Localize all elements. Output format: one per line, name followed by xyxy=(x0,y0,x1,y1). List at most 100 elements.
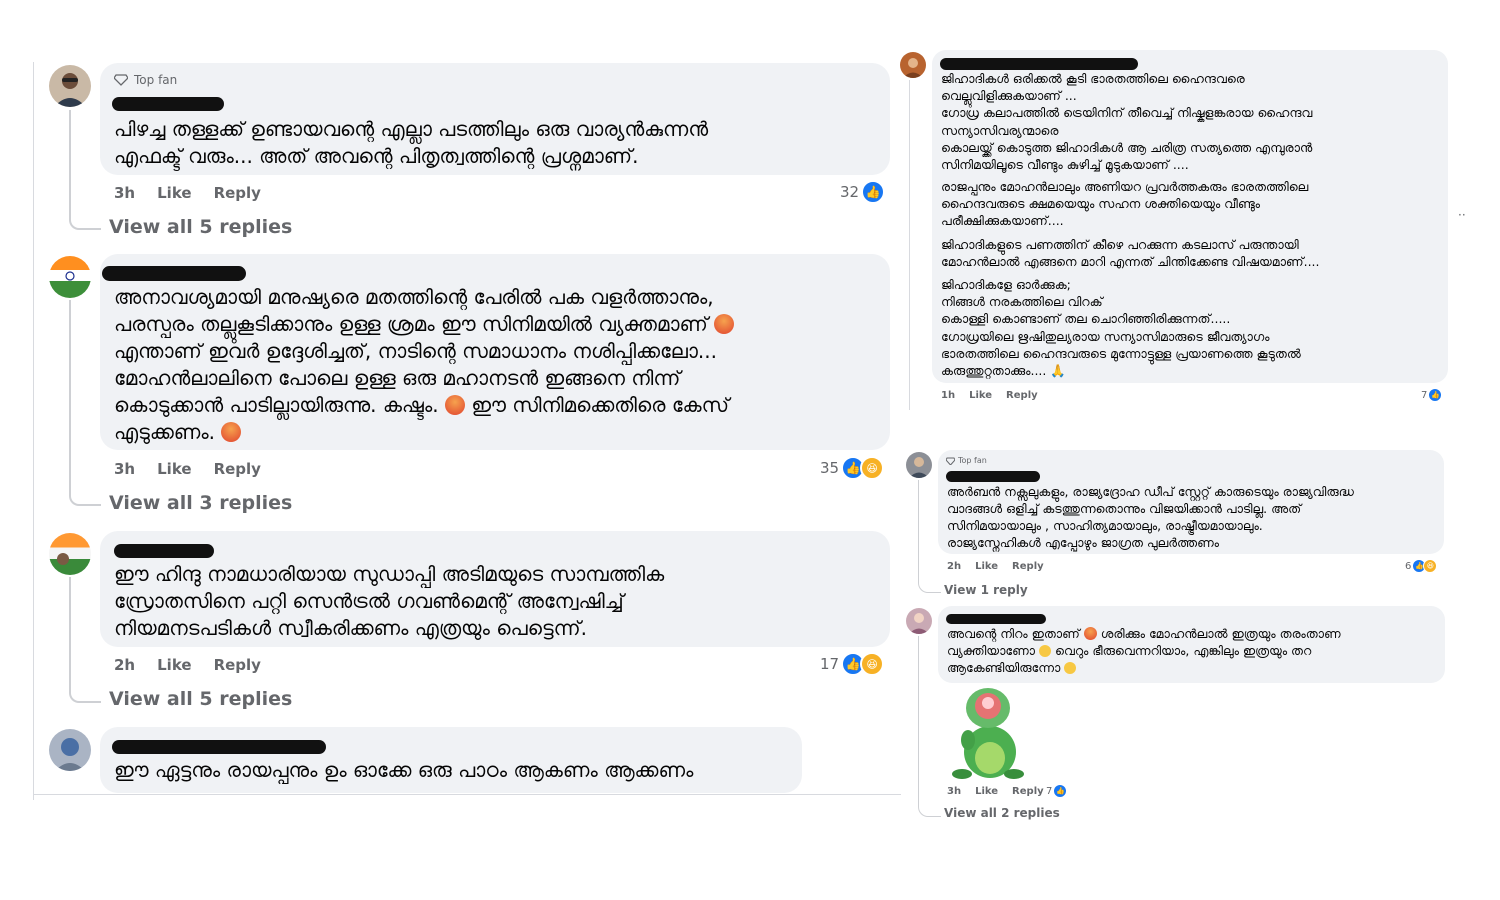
avatar-photo xyxy=(55,738,85,771)
diamond-badge-icon xyxy=(946,457,955,465)
like-button[interactable]: Like xyxy=(157,184,191,202)
comment-line: എന്താണ് ഇവർ ഉദ്ദേശിച്ചത്, നാടിന്റെ സമാധാ… xyxy=(114,339,717,363)
comment-line: മോഹൻലാലിനെ പോലെ ഉള്ള ഒരു മഹാനടൻ ഇങ്ങനെ ന… xyxy=(114,366,681,390)
thumbs-up-icon: 👍 xyxy=(861,180,886,204)
comment-actions: 1h Like Reply xyxy=(941,390,1060,401)
timestamp[interactable]: 3h xyxy=(114,184,135,202)
comment-text: അവന്റെ നിറം ഇതാണ് ശരിക്കും മോഹൻലാൽ ഇത്രയ… xyxy=(947,625,1341,676)
reply-button[interactable]: Reply xyxy=(214,184,261,202)
thread-elbow xyxy=(69,673,101,703)
avatar-photo xyxy=(54,73,86,107)
comment-text: അർബൻ നക്സലുകളും, രാജ്യദ്രോഹ ഡീപ് സ്റ്റേറ… xyxy=(947,484,1354,550)
comment-line-text: കൊടുക്കാൻ പാടില്ലായിരുന്നു. കഷ്ടം. xyxy=(114,393,439,417)
comment-line: അനാവശ്യമായി മനുഷ്യരെ മതത്തിന്റെ പേരിൽ പക… xyxy=(114,285,714,309)
comment-text: ഈ ഏട്ടനും രായപ്പനും ഉം ഓക്കേ ഒരു പാഠം ആക… xyxy=(114,758,694,782)
comment-actions: 3h Like Reply xyxy=(114,460,283,478)
timestamp[interactable]: 3h xyxy=(947,786,961,797)
avatar[interactable] xyxy=(906,608,932,634)
redacted-author-name xyxy=(102,266,246,281)
comment-actions: 3h Like Reply xyxy=(114,184,283,202)
frog-sticker[interactable] xyxy=(948,682,1028,782)
comment-line-text: വ്യക്തിയാണോ xyxy=(947,643,1039,658)
reply-button[interactable]: Reply xyxy=(214,460,261,478)
reply-button[interactable]: Reply xyxy=(1006,390,1038,401)
left-panel-bottom-border xyxy=(33,794,901,795)
reply-button[interactable]: Reply xyxy=(1012,786,1044,797)
more-options-icon[interactable]: ·· xyxy=(1458,208,1466,222)
like-button[interactable]: Like xyxy=(157,656,191,674)
avatar[interactable] xyxy=(49,533,91,575)
comment-line: ആകേണ്ടിയിരുന്നോ xyxy=(947,659,1341,676)
reaction-count-label: 7 xyxy=(1421,389,1428,401)
thumbs-up-icon: 👍 xyxy=(1428,388,1443,402)
view-replies-link[interactable]: View all 2 replies xyxy=(944,806,1060,820)
thread-line xyxy=(69,300,71,494)
reaction-count[interactable]: 7 👍 xyxy=(1046,784,1068,798)
thread-elbow xyxy=(918,578,941,593)
sleepy-face-icon xyxy=(1038,645,1051,657)
top-fan-badge: Top fan xyxy=(114,73,177,87)
avatar[interactable] xyxy=(49,65,91,107)
comment-line: അവന്റെ നിറം ഇതാണ് ശരിക്കും മോഹൻലാൽ ഇത്രയ… xyxy=(947,625,1341,642)
like-button[interactable]: Like xyxy=(969,390,992,401)
avatar[interactable] xyxy=(900,52,926,78)
view-replies-link[interactable]: View all 3 replies xyxy=(109,492,292,514)
comment-text: ഈ ഹിന്ദു നാമധാരിയായ സുഡാപ്പി അടിമയുടെ സാ… xyxy=(114,562,665,640)
comment-line-text: എടുക്കണം. xyxy=(114,420,215,444)
redacted-author-name xyxy=(940,58,1138,70)
reaction-count[interactable]: 35 👍 😆 xyxy=(820,456,885,480)
timestamp[interactable]: 2h xyxy=(947,561,961,572)
comment-bubble: Top fan അർബൻ നക്സലുകളും, രാജ്യദ്രോഹ ഡീപ്… xyxy=(938,450,1444,554)
thread-line xyxy=(918,480,919,580)
left-panel-border xyxy=(33,62,34,800)
reaction-count[interactable]: 7 👍 xyxy=(1421,388,1443,402)
reaction-count-label: 35 xyxy=(820,459,840,477)
comment-line: പരസ്പരം തല്ലുകൂടിക്കാനും ഉള്ള ശ്രമം ഈ സി… xyxy=(114,311,735,338)
reaction-count-label: 6 xyxy=(1405,560,1412,572)
avatar-photo xyxy=(903,58,923,78)
redacted-author-name xyxy=(112,740,326,754)
comment-line-text: പരസ്പരം തല്ലുകൂടിക്കാനും ഉള്ള ശ്രമം ഈ സി… xyxy=(114,312,708,336)
reply-button[interactable]: Reply xyxy=(214,656,261,674)
reply-button[interactable]: Reply xyxy=(1012,561,1044,572)
comment-line: കൊടുക്കാൻ പാടില്ലായിരുന്നു. കഷ്ടം. ഈ സിന… xyxy=(114,392,734,419)
reaction-count[interactable]: 32 👍 xyxy=(840,180,886,204)
timestamp[interactable]: 3h xyxy=(114,460,135,478)
angry-face-icon xyxy=(221,422,242,442)
timestamp[interactable]: 1h xyxy=(941,390,955,401)
comment-line-text: ശരിക്കും മോഹൻലാൽ ഇത്രയും തരംതാണ xyxy=(1096,626,1341,641)
comment-line-text: വെറും ഭീരുവെന്നറിയാം, എങ്കിലും ഇത്രയും ത… xyxy=(1050,643,1312,658)
top-fan-badge: Top fan xyxy=(946,456,987,465)
comment-text: പിഴച്ച തള്ളക്ക് ഉണ്ടായവന്റെ എല്ലാ പടത്തി… xyxy=(114,117,709,168)
thread-elbow xyxy=(69,476,101,506)
view-replies-link[interactable]: View 1 reply xyxy=(944,583,1028,597)
comment-text: അനാവശ്യമായി മനുഷ്യരെ മതത്തിന്റെ പേരിൽ പക… xyxy=(114,284,735,446)
view-replies-link[interactable]: View all 5 replies xyxy=(109,216,292,238)
like-button[interactable]: Like xyxy=(157,460,191,478)
reaction-count[interactable]: 6 👍 😆 xyxy=(1405,559,1438,573)
reaction-count-label: 32 xyxy=(840,183,860,201)
avatar-photo xyxy=(57,553,69,565)
reaction-count-label: 7 xyxy=(1046,785,1053,797)
comment-bubble: ജിഹാദികൾ ഒരിക്കൽ കൂടി ഭാരതത്തിലെ ഹൈന്ദവര… xyxy=(932,50,1448,383)
reaction-count[interactable]: 17 👍 😆 xyxy=(820,652,885,676)
comment-paragraph: ജിഹാദികളുടെ പണത്തിന് കീഴെ പറക്കുന്ന കടലാ… xyxy=(941,237,1320,270)
redacted-author-name xyxy=(946,614,1046,624)
comment-line: വ്യക്തിയാണോ വെറും ഭീരുവെന്നറിയാം, എങ്കില… xyxy=(947,642,1341,659)
comment-paragraph: രാജപ്പനും മോഹൻലാലും അണിയറ പ്രവർത്തകരും ഭ… xyxy=(941,179,1309,229)
haha-icon: 😆 xyxy=(860,456,885,480)
sleepy-face-icon xyxy=(1064,662,1077,674)
like-button[interactable]: Like xyxy=(975,561,998,572)
comment-line-text: ഈ സിനിമക്കെതിരെ കേസ് xyxy=(465,393,730,417)
haha-icon: 😆 xyxy=(1423,559,1438,573)
like-button[interactable]: Like xyxy=(975,786,998,797)
right-panel-border xyxy=(909,80,910,410)
thumbs-up-icon: 👍 xyxy=(1053,784,1068,798)
avatar[interactable] xyxy=(906,452,932,478)
timestamp[interactable]: 2h xyxy=(114,656,135,674)
comment-bubble: ഈ ഏട്ടനും രായപ്പനും ഉം ഓക്കേ ഒരു പാഠം ആക… xyxy=(100,727,802,793)
redacted-author-name xyxy=(112,97,224,111)
avatar[interactable] xyxy=(49,256,91,298)
view-replies-link[interactable]: View all 5 replies xyxy=(109,688,292,710)
avatar[interactable] xyxy=(49,729,91,771)
